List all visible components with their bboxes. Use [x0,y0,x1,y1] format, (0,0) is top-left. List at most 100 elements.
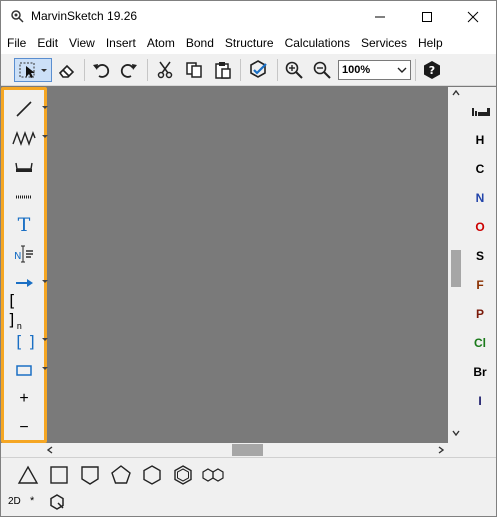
window-title: MarvinSketch 19.26 [31,9,138,23]
square-icon [50,466,68,484]
hexagon-icon [143,465,161,485]
menu-atom[interactable]: Atom [141,32,180,54]
sgroup-bracket-tool[interactable]: [ ]n [7,291,41,332]
single-bond-tool[interactable] [7,97,48,121]
minimize-button[interactable] [357,1,403,32]
arrow-right-icon [16,279,33,287]
pentagon-shield-icon [81,466,99,485]
atom-button-n[interactable]: N [464,191,496,205]
maximize-button[interactable] [404,1,450,32]
toolbar-separator [277,59,278,81]
periodic-table-icon [472,108,490,116]
scroll-right-icon [438,446,444,454]
benzene-icon [174,465,192,485]
help-button[interactable]: ? [420,58,444,82]
left-tools-panel: T N [ ]n [ ] + − [1,87,48,443]
zoom-in-icon [285,61,303,79]
graphic-arrow-tool[interactable] [7,155,41,179]
atom-button-o[interactable]: O [464,220,496,234]
menu-calculations[interactable]: Calculations [279,32,355,54]
increase-charge-tool[interactable]: + [7,387,41,411]
atom-button-i[interactable]: I [464,394,496,408]
template-benzene[interactable] [169,462,197,488]
atom-button-cl[interactable]: Cl [464,336,496,350]
naphthalene-icon [202,468,224,482]
bracket-tool[interactable]: [ ] [7,329,48,353]
zoom-select[interactable]: 100% [338,60,411,80]
zoom-in-button[interactable] [282,58,306,82]
copy-button[interactable] [182,58,206,82]
zoom-value: 100% [342,64,371,76]
decrease-charge-tool[interactable]: − [7,416,41,440]
bracket-glyph: [ ] [7,291,17,330]
chevron-down-icon [397,67,407,73]
eraser-icon [58,64,75,78]
triangle-icon [17,465,39,484]
menu-structure[interactable]: Structure [219,32,279,54]
paste-button[interactable] [211,58,235,82]
dashed-line-tool[interactable] [7,184,41,208]
template-cyclohexane[interactable] [138,462,166,488]
menu-help[interactable]: Help [412,32,448,54]
template-cyclopentane[interactable] [107,462,135,488]
rectangle-tool[interactable] [7,358,48,382]
toolbar-separator [415,59,416,81]
zoom-out-button[interactable] [310,58,334,82]
text-tool[interactable]: T [7,213,41,237]
svg-text:?: ? [429,64,435,77]
drawing-canvas[interactable] [1,87,448,443]
chevron-down-icon [42,367,48,370]
atom-list-tool[interactable]: N [7,242,41,266]
chain-tool[interactable] [7,126,48,150]
redo-button[interactable] [117,58,141,82]
title-bar: MarvinSketch 19.26 [1,1,496,32]
menu-bar: File Edit View Insert Atom Bond Structur… [1,32,496,54]
template-naphthalene[interactable] [200,462,228,488]
bracket-icon: [ ] [14,331,37,351]
close-button[interactable] [450,1,496,32]
atom-symbol: F [476,278,484,292]
atom-button-c[interactable]: C [464,162,496,176]
atom-symbol: O [475,220,485,234]
menu-bond[interactable]: Bond [180,32,219,54]
dimension-mode: 2D [8,496,21,507]
template-square[interactable] [45,462,73,488]
template-cyclopentane-house[interactable] [76,462,104,488]
template-triangle[interactable] [14,462,42,488]
redo-icon [120,64,137,78]
atom-button-h[interactable]: H [464,133,496,147]
clean-icon [250,60,267,78]
app-window: MarvinSketch 19.26 File Edit View Insert… [0,0,497,517]
minus-icon: − [19,419,29,436]
atom-symbol: I [478,394,482,408]
atom-button-s[interactable]: S [464,249,496,263]
atom-button-f[interactable]: F [464,278,496,292]
eraser-button[interactable] [55,58,79,82]
vertical-scroll-thumb[interactable] [451,250,461,287]
main-toolbar: 100% ? [1,54,496,86]
horizontal-scroll-thumb[interactable] [232,444,263,456]
horizontal-scrollbar[interactable] [1,443,464,457]
toolbar-separator [240,59,241,81]
atom-symbol: P [475,307,484,321]
select-arrow-icon [19,62,47,78]
chevron-down-icon [42,280,48,283]
menu-file[interactable]: File [1,32,31,54]
menu-insert[interactable]: Insert [100,32,141,54]
svg-text:N: N [14,251,21,262]
chevron-down-icon [42,135,48,138]
select-tool-button[interactable] [14,58,52,82]
vertical-scrollbar[interactable] [448,87,464,443]
menu-edit[interactable]: Edit [31,32,63,54]
clean-button[interactable] [245,58,271,82]
menu-view[interactable]: View [63,32,100,54]
menu-services[interactable]: Services [355,32,412,54]
undo-button[interactable] [89,58,113,82]
app-logo-icon [11,10,24,23]
atom-symbol: Cl [474,336,486,350]
atom-button-br[interactable]: Br [464,365,496,379]
cut-button[interactable] [153,58,177,82]
structure-check-icon[interactable] [49,494,65,510]
atom-button-p[interactable]: P [464,307,496,321]
scroll-left-icon [47,446,53,454]
